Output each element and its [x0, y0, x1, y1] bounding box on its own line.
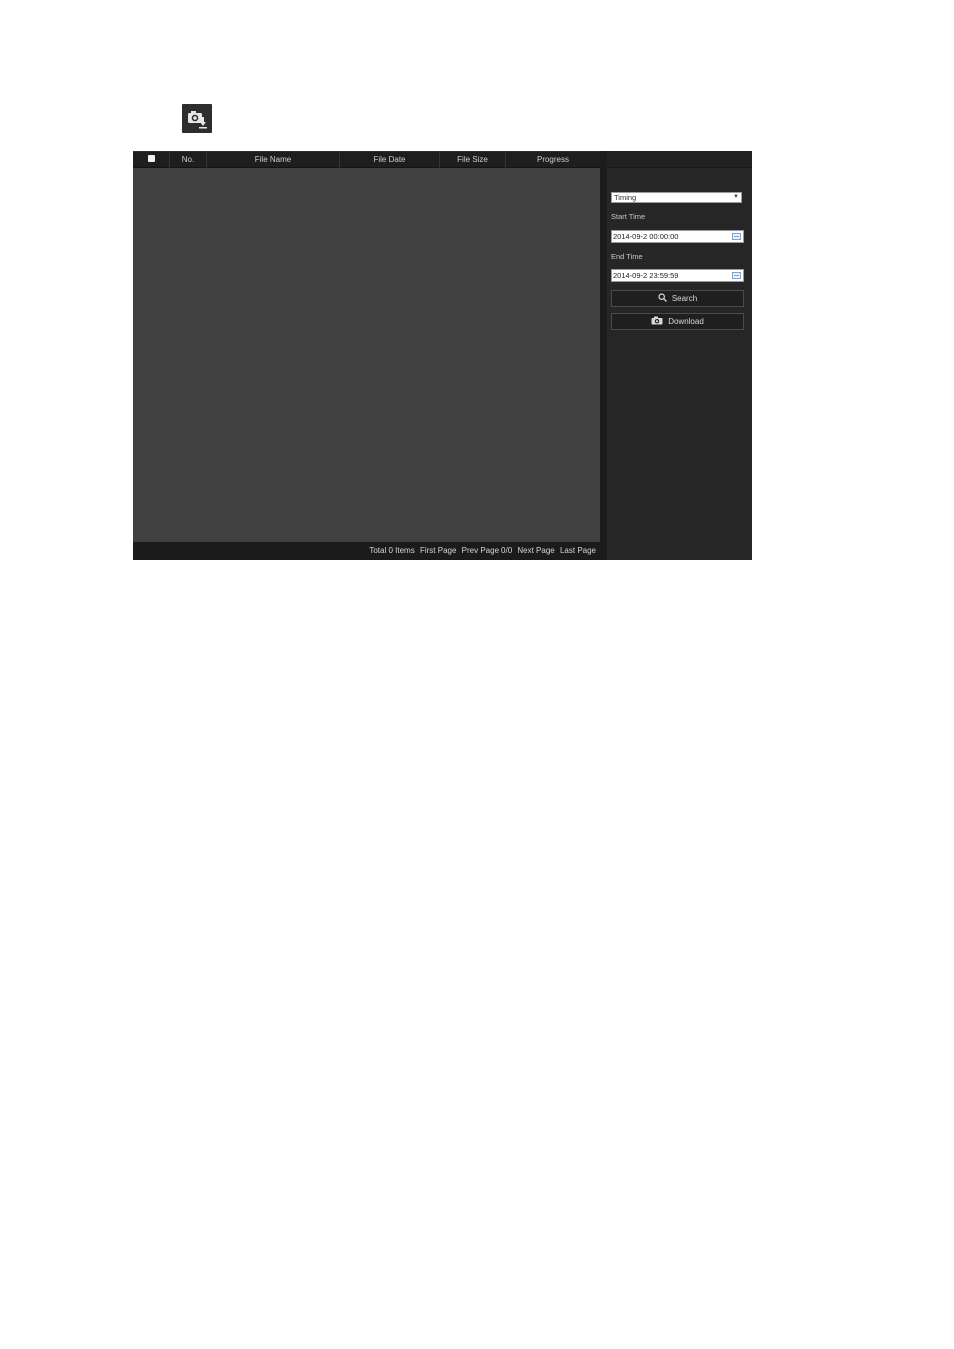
column-no[interactable]: No.: [170, 152, 207, 168]
search-button-label: Search: [671, 294, 698, 303]
chevron-down-icon: ▼: [733, 194, 739, 200]
search-icon: [658, 293, 667, 303]
file-type-select[interactable]: Timing ▼: [611, 192, 742, 203]
column-progress[interactable]: Progress: [506, 152, 600, 168]
picture-search-panel: No. File Name File Date File Size Progre…: [133, 151, 752, 560]
download-button[interactable]: Download: [611, 313, 744, 330]
panel-divider: [600, 151, 607, 560]
calendar-icon[interactable]: [732, 272, 741, 279]
end-time-label: End Time: [611, 252, 643, 261]
select-all-checkbox[interactable]: [148, 155, 155, 162]
first-page-link[interactable]: First Page: [420, 546, 456, 555]
page-indicator: 0/0: [501, 546, 513, 555]
camera-download-icon: [188, 111, 207, 129]
next-page-link[interactable]: Next Page: [517, 546, 554, 555]
calendar-icon[interactable]: [732, 233, 741, 240]
end-time-value: 2014-09-2 23:59:59: [613, 271, 679, 280]
start-time-value: 2014-09-2 00:00:00: [613, 232, 679, 241]
start-time-input[interactable]: 2014-09-2 00:00:00: [611, 230, 744, 243]
prev-page-link[interactable]: Prev Page: [462, 546, 499, 555]
search-button[interactable]: Search: [611, 290, 744, 307]
last-page-link[interactable]: Last Page: [560, 546, 596, 555]
file-list-body: [133, 168, 600, 542]
pagination-bar: Total 0 Items First Page Prev Page 0/0 Ne…: [133, 542, 600, 560]
snapshot-download-icon[interactable]: [182, 104, 212, 133]
download-button-label: Download: [668, 317, 704, 326]
total-items: Total 0 Items: [369, 546, 415, 555]
file-list: No. File Name File Date File Size Progre…: [133, 151, 600, 560]
camera-icon: [651, 316, 663, 325]
column-file-date[interactable]: File Date: [340, 152, 440, 168]
search-sidebar: Timing ▼ Start Time 2014-09-2 00:00:00 E…: [607, 151, 752, 560]
select-all-column: [133, 152, 170, 168]
end-time-input[interactable]: 2014-09-2 23:59:59: [611, 269, 744, 282]
sidebar-header: [607, 151, 752, 168]
start-time-label: Start Time: [611, 212, 646, 221]
column-file-name[interactable]: File Name: [207, 152, 340, 168]
file-list-header: No. File Name File Date File Size Progre…: [133, 151, 600, 168]
file-type-value: Timing: [614, 193, 637, 202]
column-file-size[interactable]: File Size: [440, 152, 506, 168]
